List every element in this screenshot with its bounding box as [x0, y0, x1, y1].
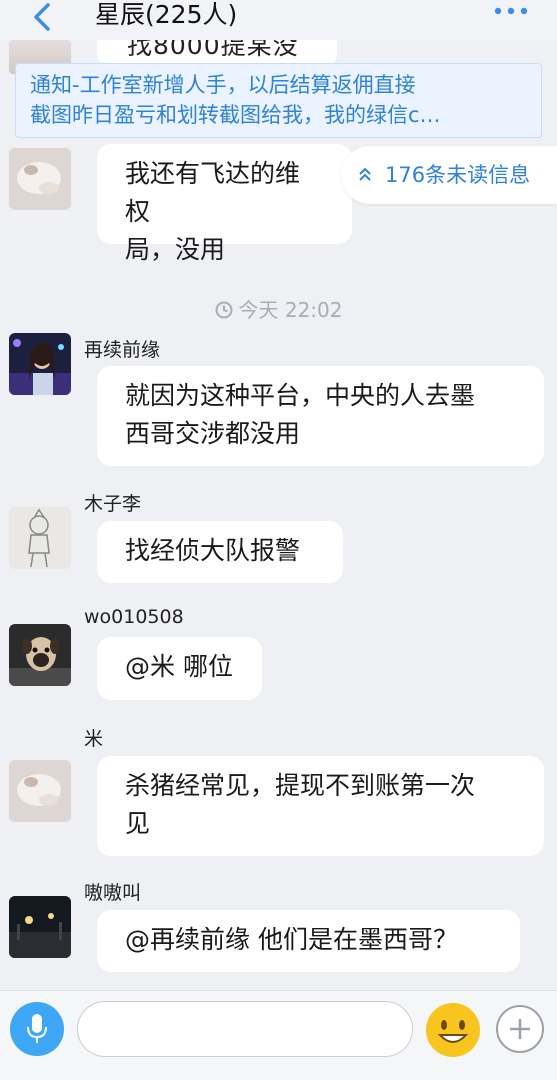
message-bubble[interactable]: 找经侦大队报警 [97, 521, 343, 583]
notice-line: 截图昨日盈亏和划转截图给我，我的绿信c… [30, 103, 441, 127]
chat-header: 星辰(225人) [0, 0, 557, 40]
timestamp-label: 今天 22:02 [238, 298, 343, 322]
avatar[interactable] [9, 333, 71, 395]
more-dots-icon[interactable] [493, 6, 529, 16]
sender-name: 嗷嗷叫 [84, 882, 142, 904]
avatar[interactable] [9, 760, 71, 822]
chat-title[interactable]: 星辰(225人) [95, 0, 237, 30]
message-text: @米 哪位 [125, 652, 233, 681]
timestamp: 今天 22:02 [0, 294, 557, 323]
voice-button[interactable] [10, 1002, 64, 1056]
unread-count-label: 176条未读信息 [385, 163, 531, 187]
message-text: 找8000提某没 [127, 40, 299, 60]
microphone-icon [27, 1014, 47, 1043]
message-bubble[interactable]: 就因为这种平台，中央的人去墨 西哥交涉都没用 [97, 366, 544, 466]
sender-name: 米 [84, 728, 104, 750]
double-chevron-up-icon [359, 167, 371, 181]
message-text: @再续前缘 他们是在墨西哥？ [125, 925, 458, 954]
plus-icon [510, 1019, 530, 1039]
avatar[interactable] [9, 624, 71, 686]
avatar[interactable] [9, 148, 71, 210]
group-notice[interactable]: 通知-工作室新增人手，以后结算返佣直接 截图昨日盈亏和划转截图给我，我的绿信c… [15, 63, 542, 138]
unread-messages-button[interactable]: 176条未读信息 [341, 146, 557, 204]
message-input[interactable] [77, 1001, 413, 1057]
message-bubble[interactable]: 我还有飞达的维权 局，没用 [97, 144, 352, 264]
clock-icon [215, 301, 232, 319]
notice-line: 通知-工作室新增人手，以后结算返佣直接 [30, 73, 416, 97]
smiley-icon[interactable] [424, 1001, 482, 1059]
chevron-left-icon[interactable] [30, 2, 56, 32]
message-bubble[interactable]: 杀猪经常见，提现不到账第一次 见 [97, 756, 544, 856]
sender-name: wo010508 [84, 606, 184, 628]
message-bubble[interactable]: @米 哪位 [97, 637, 262, 700]
message-text: 找经侦大队报警 [125, 536, 301, 565]
input-bar [0, 990, 557, 1080]
avatar[interactable] [9, 507, 71, 569]
message-text: 就因为这种平台，中央的人去墨 西哥交涉都没用 [125, 381, 476, 448]
message-bubble[interactable]: @再续前缘 他们是在墨西哥？ [97, 910, 520, 972]
avatar[interactable] [9, 896, 71, 958]
plus-button[interactable] [496, 1005, 544, 1053]
message-text: 杀猪经常见，提现不到账第一次 见 [125, 771, 476, 838]
sender-name: 再续前缘 [84, 339, 161, 361]
sender-name: 木子李 [84, 493, 142, 515]
message-text: 我还有飞达的维权 局，没用 [125, 159, 301, 264]
